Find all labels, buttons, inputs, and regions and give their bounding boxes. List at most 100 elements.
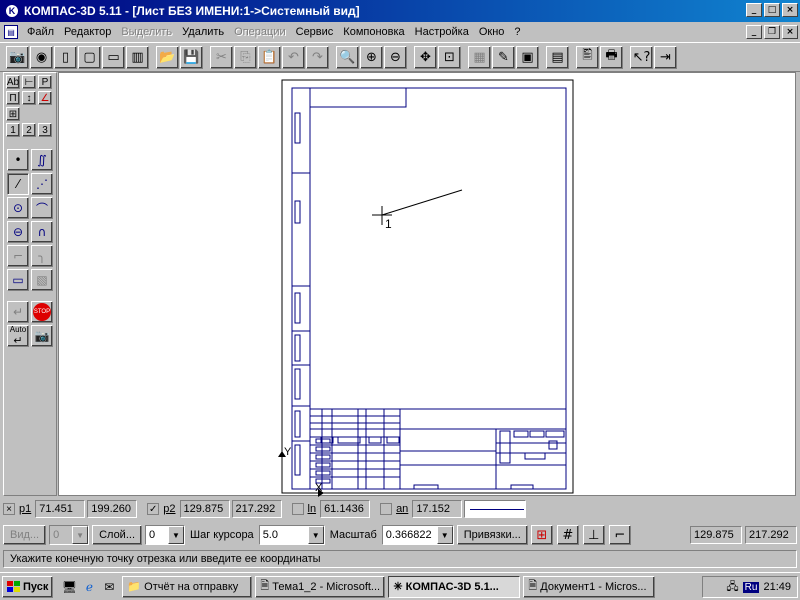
minimize-button[interactable]: _ <box>746 3 762 17</box>
print-icon[interactable]: 🖶 <box>600 45 623 69</box>
new-fragment-icon[interactable]: ▭ <box>102 45 125 69</box>
task-word-doc[interactable]: 🗎 Документ1 - Micros... <box>523 575 656 598</box>
undo-icon[interactable]: ↶ <box>282 45 305 69</box>
new-drawing-icon[interactable]: 📷 <box>6 45 29 69</box>
outlook-icon[interactable]: ✉ <box>99 577 119 597</box>
view-button[interactable]: Вид... <box>3 525 47 545</box>
geometry-tool-icon[interactable]: ∠ <box>38 91 52 105</box>
edit-props-icon[interactable]: ✎ <box>492 45 515 69</box>
tab-3[interactable]: 3 <box>38 123 52 137</box>
pan-icon[interactable]: ✥ <box>414 45 437 69</box>
doc-restore-button[interactable]: ❐ <box>764 25 780 39</box>
menu-operations[interactable]: Операции <box>229 26 290 38</box>
context-help-icon[interactable]: ↖? <box>630 45 653 69</box>
scale-select[interactable]: 0.366822 ▼ <box>381 525 454 545</box>
ortho-icon[interactable]: ⌐ <box>608 525 631 545</box>
menu-help[interactable]: ? <box>509 26 525 38</box>
p1-checkbox[interactable]: × <box>3 503 15 515</box>
arc-icon[interactable]: ⌒ <box>31 197 53 219</box>
line-style-field[interactable] <box>464 500 527 518</box>
measure-tool-icon[interactable]: Π <box>6 91 20 105</box>
clock[interactable]: 21:49 <box>763 581 791 593</box>
open-icon[interactable]: 📂 <box>156 45 179 69</box>
kompas-app-icon[interactable]: K <box>4 3 20 19</box>
an-checkbox[interactable] <box>380 503 393 515</box>
hatch-icon[interactable]: ▧ <box>31 269 53 291</box>
new-sheet-icon[interactable]: ▯ <box>54 45 77 69</box>
show-desktop-icon[interactable]: 🖥 <box>59 577 79 597</box>
select-tool-icon[interactable]: ⊞ <box>6 107 20 121</box>
rectangle-icon[interactable]: ▭ <box>7 269 29 291</box>
menu-window[interactable]: Окно <box>474 26 510 38</box>
maximize-button[interactable]: □ <box>764 3 780 17</box>
ln-checkbox[interactable] <box>291 503 304 515</box>
auto-create-icon[interactable]: Auto ↵ <box>7 325 29 347</box>
p2-x-field[interactable]: 129.875 <box>179 500 230 518</box>
bezier-icon[interactable]: ∩ <box>31 221 53 243</box>
stop-icon[interactable]: STOP <box>31 301 53 323</box>
menu-settings[interactable]: Настройка <box>410 26 474 38</box>
language-indicator[interactable]: Ru <box>742 581 760 593</box>
task-kompas[interactable]: ✳ КОМПАС-3D 5.1... <box>388 575 521 598</box>
grid-icon[interactable]: # <box>556 525 579 545</box>
drawing-canvas[interactable]: Y X 1 <box>58 72 797 497</box>
length-field[interactable]: 61.1436 <box>320 500 371 518</box>
calculator-icon[interactable]: ▤ <box>546 45 569 69</box>
zoom-in-icon[interactable]: ⊕ <box>360 45 383 69</box>
p1-x-field[interactable]: 71.451 <box>35 500 86 518</box>
menu-editor[interactable]: Редактор <box>59 26 116 38</box>
exit-icon[interactable]: ⇥ <box>654 45 677 69</box>
start-button[interactable]: Пуск <box>2 575 54 598</box>
curve-icon[interactable]: ∬ <box>31 149 53 171</box>
paste-icon[interactable]: 📋 <box>258 45 281 69</box>
point-icon[interactable]: • <box>7 149 29 171</box>
menu-select[interactable]: Выделить <box>116 26 177 38</box>
layer-button[interactable]: Слой... <box>92 525 142 545</box>
snap-grid-icon[interactable]: ⊞ <box>530 525 553 545</box>
grid-props-icon[interactable]: ▦ <box>468 45 491 69</box>
p2-checkbox[interactable]: ✓ <box>147 503 160 515</box>
ellipse-icon[interactable]: ⊖ <box>7 221 29 243</box>
redo-icon[interactable]: ↷ <box>306 45 329 69</box>
drawing-sheet[interactable]: Y X 1 <box>59 73 797 497</box>
view-select[interactable]: 0 ▼ <box>49 525 90 545</box>
layer-select[interactable]: 0 ▼ <box>145 525 185 545</box>
internet-explorer-icon[interactable]: ℯ <box>79 577 99 597</box>
edit-tool-icon[interactable]: ↕ <box>22 91 36 105</box>
tab-1[interactable]: 1 <box>6 123 20 137</box>
menu-layout[interactable]: Компоновка <box>338 26 409 38</box>
dimension-tool-icon[interactable]: ⊢ <box>22 75 36 89</box>
new-spec-icon[interactable]: ▥ <box>126 45 149 69</box>
param-tool-icon[interactable]: P <box>38 75 52 89</box>
polyline-icon[interactable]: ⋰ <box>31 173 53 195</box>
monitor-icon[interactable]: ▣ <box>516 45 539 69</box>
doc-minimize-button[interactable]: _ <box>746 25 762 39</box>
cursor-step-select[interactable]: 5.0 ▼ <box>258 525 325 545</box>
tab-2[interactable]: 2 <box>22 123 36 137</box>
task-word-tema[interactable]: 🗎 Тема1_2 - Microsoft... <box>255 575 386 598</box>
local-cs-icon[interactable]: ⊥ <box>582 525 605 545</box>
snaps-button[interactable]: Привязки... <box>456 525 528 545</box>
p2-y-field[interactable]: 217.292 <box>231 500 282 518</box>
angle-field[interactable]: 17.152 <box>412 500 463 518</box>
new-document-icon[interactable]: ▢ <box>78 45 101 69</box>
enter-icon[interactable]: ↵ <box>7 301 29 323</box>
menu-service[interactable]: Сервис <box>291 26 339 38</box>
menu-delete[interactable]: Удалить <box>177 26 229 38</box>
menu-file[interactable]: Файл <box>22 26 59 38</box>
new-part-icon[interactable]: ◉ <box>30 45 53 69</box>
chamfer-icon[interactable]: ⌐ <box>7 245 29 267</box>
zoom-window-icon[interactable]: 🔍 <box>336 45 359 69</box>
text-tool-icon[interactable]: Ab <box>6 75 20 89</box>
camera-icon[interactable]: 📷 <box>31 325 53 347</box>
save-icon[interactable]: 💾 <box>180 45 203 69</box>
zoom-out-icon[interactable]: ⊖ <box>384 45 407 69</box>
show-all-icon[interactable]: ⊡ <box>438 45 461 69</box>
doc-close-button[interactable]: × <box>782 25 798 39</box>
circle-icon[interactable]: ⊙ <box>7 197 29 219</box>
fillet-icon[interactable]: ╮ <box>31 245 53 267</box>
task-folder[interactable]: 📁 Отчёт на отправку <box>122 575 253 598</box>
close-button[interactable]: × <box>782 3 798 17</box>
p1-y-field[interactable]: 199.260 <box>87 500 138 518</box>
copy-icon[interactable]: ⎘ <box>234 45 257 69</box>
